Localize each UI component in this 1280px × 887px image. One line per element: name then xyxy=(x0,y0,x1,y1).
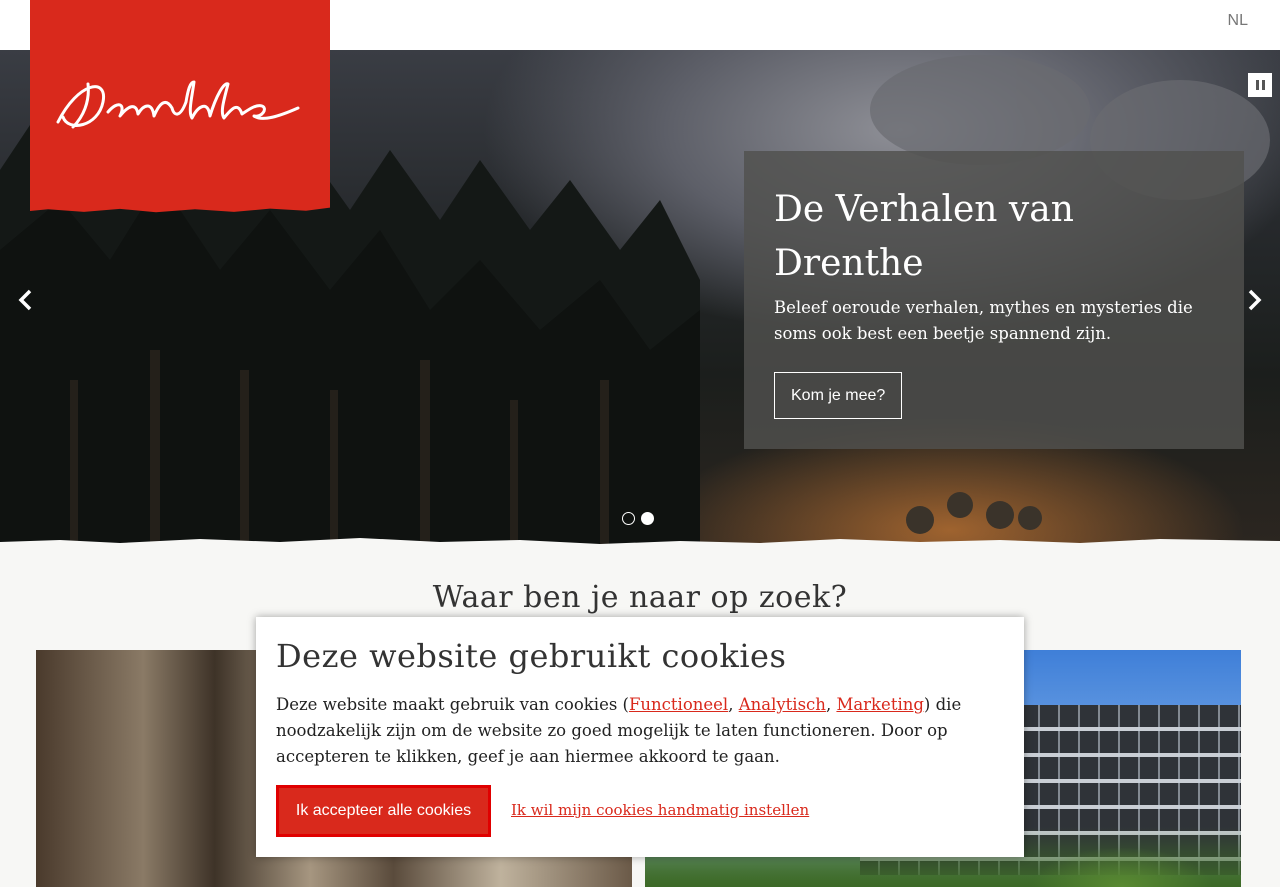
carousel-dot-2[interactable] xyxy=(641,512,654,525)
slide-caption-panel: De Verhalen van Drenthe Beleef oeroude v… xyxy=(744,151,1244,449)
language-switch[interactable]: NL xyxy=(1228,12,1248,30)
drenthe-script-logo xyxy=(56,80,300,129)
cookie-description: Deze website maakt gebruik van cookies (… xyxy=(276,692,996,770)
slide-description: Beleef oeroude verhalen, mythes en myste… xyxy=(774,298,1193,343)
cookie-link-analytic[interactable]: Analytisch xyxy=(739,695,826,714)
cookie-text-before: Deze website maakt gebruik van cookies ( xyxy=(276,695,629,714)
carousel-dot-1[interactable] xyxy=(622,512,635,525)
chevron-right-icon[interactable] xyxy=(1241,287,1267,313)
chevron-left-icon[interactable] xyxy=(13,287,39,313)
pause-icon xyxy=(1261,80,1265,90)
torn-edge xyxy=(0,538,1280,550)
drenthe-logo[interactable] xyxy=(30,0,330,213)
slide-cta-button[interactable]: Kom je mee? xyxy=(774,372,903,419)
carousel-pause-button[interactable] xyxy=(1248,73,1272,97)
cookie-consent-dialog: Deze website gebruikt cookies Deze websi… xyxy=(256,617,1024,857)
slide-title: De Verhalen van Drenthe xyxy=(774,189,1074,284)
cookie-separator: , xyxy=(825,695,837,714)
cookie-title: Deze website gebruikt cookies xyxy=(276,637,787,675)
pause-icon xyxy=(1255,80,1259,90)
cookie-separator: , xyxy=(728,695,739,714)
carousel-indicators xyxy=(622,512,654,525)
manual-cookie-settings-link[interactable]: Ik wil mijn cookies handmatig instellen xyxy=(511,801,809,819)
cookie-link-functional[interactable]: Functioneel xyxy=(629,695,728,714)
accept-all-cookies-button[interactable]: Ik accepteer alle cookies xyxy=(275,784,492,838)
cookie-link-marketing[interactable]: Marketing xyxy=(836,695,923,714)
section-title: Waar ben je naar op zoek? xyxy=(432,580,848,615)
